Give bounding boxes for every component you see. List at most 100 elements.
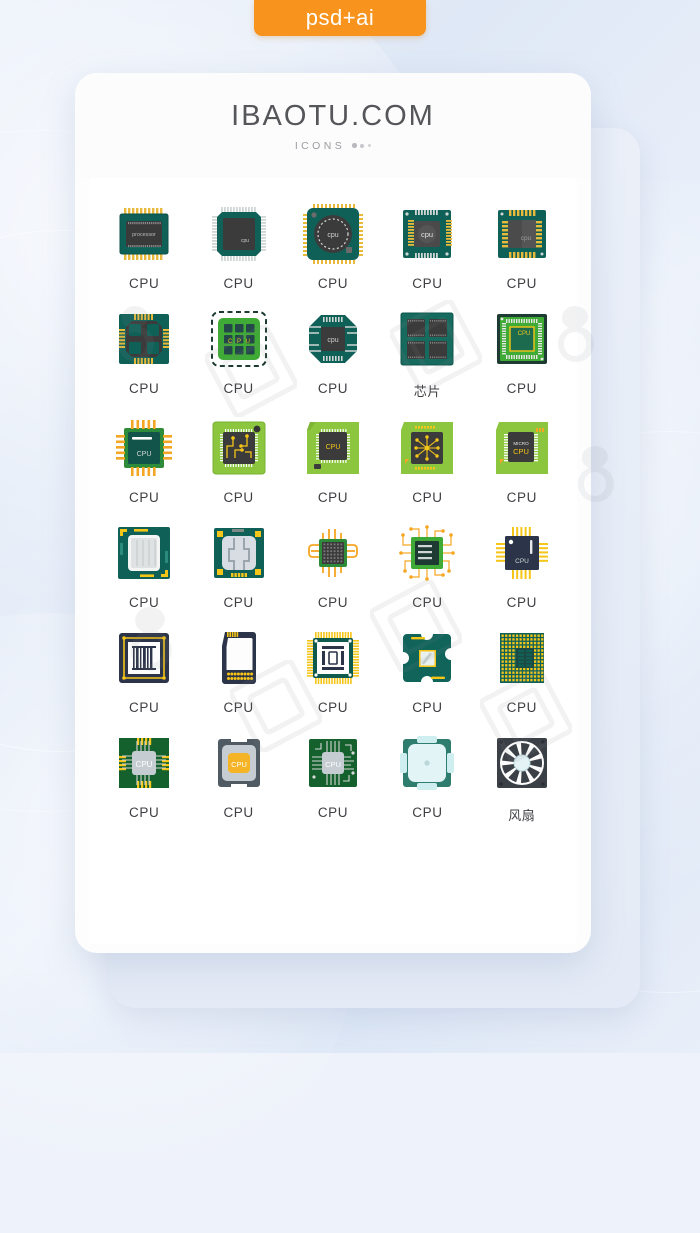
icon-label: CPU xyxy=(223,381,254,396)
icon-label: CPU xyxy=(223,490,254,505)
icon-cell[interactable]: CPU CPU xyxy=(286,731,380,824)
cpu-chip-icon[interactable] xyxy=(207,626,271,690)
icon-cell[interactable]: cpu CPU xyxy=(380,202,474,291)
cpu-chip-icon[interactable] xyxy=(395,521,459,585)
icon-cell[interactable]: CPU xyxy=(97,626,191,715)
cpu-chip-icon[interactable]: CPU xyxy=(301,731,365,795)
cpu-chip-icon[interactable] xyxy=(112,307,176,371)
icon-cell[interactable]: CPU CPU xyxy=(475,521,569,610)
icon-showcase-card: IBAOTU.COM ICONS processor CPU cpu CPU cpu… xyxy=(75,73,591,953)
icon-cell[interactable]: CPU xyxy=(380,626,474,715)
cpu-chip-icon[interactable] xyxy=(112,521,176,585)
cpu-chip-icon[interactable] xyxy=(395,731,459,795)
icon-cell[interactable]: CPU xyxy=(286,626,380,715)
brand-subtitle: ICONS xyxy=(294,139,346,152)
cpu-chip-icon[interactable] xyxy=(490,626,554,690)
svg-text:U: U xyxy=(245,339,249,345)
cpu-chip-icon[interactable]: cpu xyxy=(301,202,365,266)
cpu-chip-icon[interactable]: processor xyxy=(112,202,176,266)
icon-label: CPU xyxy=(506,595,537,610)
icon-cell[interactable]: cpu CPU xyxy=(286,307,380,400)
cpu-chip-icon[interactable] xyxy=(395,626,459,690)
icon-cell[interactable]: CPU xyxy=(97,307,191,400)
cpu-chip-icon[interactable]: C P U xyxy=(207,307,271,371)
cpu-chip-icon[interactable] xyxy=(301,626,365,690)
icon-cell[interactable]: CPU CPU xyxy=(97,416,191,505)
icon-cell[interactable]: CPU CPU xyxy=(191,731,285,824)
svg-text:cpu: cpu xyxy=(241,238,249,244)
icon-cell[interactable]: cpu CPU xyxy=(191,202,285,291)
svg-text:cpu: cpu xyxy=(421,230,433,239)
cpu-chip-icon[interactable]: CPU xyxy=(207,731,271,795)
cpu-chip-icon[interactable] xyxy=(490,731,554,795)
icon-label: CPU xyxy=(129,276,160,291)
icon-cell[interactable]: CPU xyxy=(380,521,474,610)
icon-label: CPU xyxy=(317,805,349,820)
svg-text:CPU: CPU xyxy=(136,760,153,769)
icon-label: CPU xyxy=(506,490,537,505)
brand-title: IBAOTU.COM xyxy=(231,99,435,132)
icon-cell[interactable]: CPU xyxy=(380,731,474,824)
icon-grid: processor CPU cpu CPU cpu CPU cpu CPU cp… xyxy=(89,178,577,824)
svg-text:CPU: CPU xyxy=(515,558,529,565)
icon-label: CPU xyxy=(129,595,160,610)
icon-label: CPU xyxy=(317,381,349,396)
icon-cell[interactable]: CPU xyxy=(380,416,474,505)
icon-label: CPU xyxy=(317,490,349,505)
icon-cell[interactable]: processor CPU xyxy=(97,202,191,291)
icon-cell[interactable]: cpu CPU xyxy=(475,202,569,291)
cpu-chip-icon[interactable] xyxy=(301,521,365,585)
icon-cell[interactable]: CPU xyxy=(475,626,569,715)
svg-text:processor: processor xyxy=(132,232,156,238)
icon-label: CPU xyxy=(412,490,443,505)
cpu-chip-icon[interactable]: CPU xyxy=(112,731,176,795)
icon-label: CPU xyxy=(412,700,443,715)
cpu-chip-icon[interactable]: MICRO CPU xyxy=(490,416,554,480)
brand-subtitle-row: ICONS xyxy=(294,139,372,152)
svg-text:CPU: CPU xyxy=(231,760,247,769)
icon-label: CPU xyxy=(317,276,349,291)
icon-cell[interactable]: C P U CPU xyxy=(191,307,285,400)
cpu-chip-icon[interactable]: cpu xyxy=(301,307,365,371)
cpu-chip-icon[interactable] xyxy=(112,626,176,690)
icon-label: CPU xyxy=(506,700,537,715)
icon-label: CPU xyxy=(506,276,537,291)
icon-label: CPU xyxy=(223,805,254,820)
card-header: IBAOTU.COM ICONS xyxy=(75,73,591,178)
svg-text:cpu: cpu xyxy=(327,232,338,239)
cpu-chip-icon[interactable]: cpu xyxy=(207,202,271,266)
cpu-chip-icon[interactable]: cpu xyxy=(490,202,554,266)
cpu-chip-icon[interactable] xyxy=(395,416,459,480)
dots-icon xyxy=(352,143,372,148)
icon-label: 风扇 xyxy=(508,808,536,823)
icon-cell[interactable]: CPU xyxy=(191,626,285,715)
svg-text:CPU: CPU xyxy=(325,760,341,769)
icon-cell[interactable]: 风扇 xyxy=(475,731,569,824)
icon-cell[interactable]: CPU CPU xyxy=(97,731,191,824)
icon-cell[interactable]: 芯片 xyxy=(380,307,474,400)
svg-text:CPU: CPU xyxy=(517,331,530,337)
cpu-chip-icon[interactable] xyxy=(207,521,271,585)
icon-label: 芯片 xyxy=(413,384,441,399)
svg-text:C: C xyxy=(228,339,233,345)
icon-label: CPU xyxy=(223,700,254,715)
cpu-chip-icon[interactable]: CPU xyxy=(490,307,554,371)
icon-label: CPU xyxy=(506,381,537,396)
svg-text:CPU: CPU xyxy=(326,444,341,451)
icon-cell[interactable]: MICRO CPU CPU xyxy=(475,416,569,505)
cpu-chip-icon[interactable]: CPU xyxy=(301,416,365,480)
cpu-chip-icon[interactable] xyxy=(395,307,459,371)
icon-label: CPU xyxy=(129,700,160,715)
icon-cell[interactable]: CPU xyxy=(97,521,191,610)
icon-cell[interactable]: CPU CPU xyxy=(286,416,380,505)
cpu-chip-icon[interactable]: CPU xyxy=(112,416,176,480)
cpu-chip-icon[interactable]: cpu xyxy=(395,202,459,266)
cpu-chip-icon[interactable]: CPU xyxy=(490,521,554,585)
svg-text:CPU: CPU xyxy=(513,447,529,456)
cpu-chip-icon[interactable] xyxy=(207,416,271,480)
icon-cell[interactable]: CPU CPU xyxy=(475,307,569,400)
icon-cell[interactable]: cpu CPU xyxy=(286,202,380,291)
icon-cell[interactable]: CPU xyxy=(191,416,285,505)
icon-cell[interactable]: CPU xyxy=(191,521,285,610)
icon-cell[interactable]: CPU xyxy=(286,521,380,610)
